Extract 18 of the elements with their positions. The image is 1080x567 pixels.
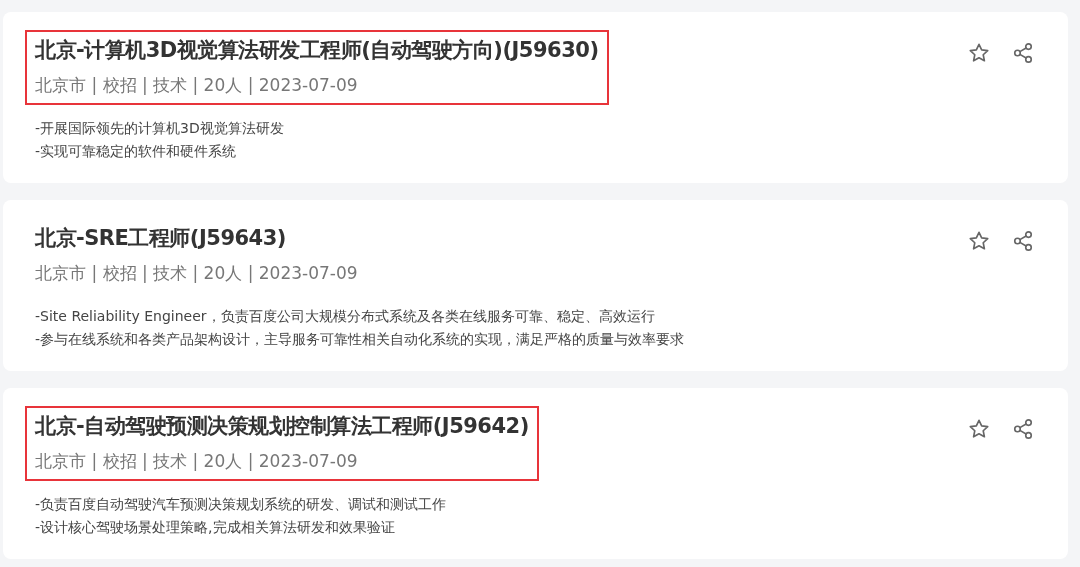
description-line: -Site Reliability Engineer，负责百度公司大规模分布式系统及各类在线服务可靠、稳定、高效运行	[35, 307, 656, 326]
job-meta: 北京市 | 校招 | 技术 | 20人 | 2023-07-09	[35, 74, 359, 97]
job-title[interactable]: 北京-自动驾驶预测决策规划控制算法工程师(J59642)	[35, 412, 529, 440]
job-title[interactable]: 北京-计算机3D视觉算法研发工程师(自动驾驶方向)(J59630)	[35, 36, 599, 64]
job-meta: 北京市 | 校招 | 技术 | 20人 | 2023-07-09	[35, 262, 358, 285]
description-line: -参与在线系统和各类产品架构设计，主导服务可靠性相关自动化系统的实现，满足严格的质量与效率要求	[35, 330, 685, 349]
description-line: -开展国际领先的计算机3D视觉算法研发	[35, 119, 285, 138]
star-icon[interactable]	[968, 230, 990, 252]
share-icon[interactable]	[1012, 230, 1034, 252]
star-icon[interactable]	[968, 418, 990, 440]
description-line: -设计核心驾驶场景处理策略,完成相关算法研发和效果验证	[35, 518, 396, 537]
share-icon[interactable]	[1012, 418, 1034, 440]
job-title[interactable]: 北京-SRE工程师(J59643)	[35, 224, 358, 252]
star-icon[interactable]	[968, 42, 990, 64]
description-line: -实现可靠稳定的软件和硬件系统	[35, 142, 238, 161]
description-line: -负责百度自动驾驶汽车预测决策规划系统的研发、调试和测试工作	[35, 495, 448, 514]
job-meta: 北京市 | 校招 | 技术 | 20人 | 2023-07-09	[35, 450, 359, 473]
share-icon[interactable]	[1012, 42, 1034, 64]
